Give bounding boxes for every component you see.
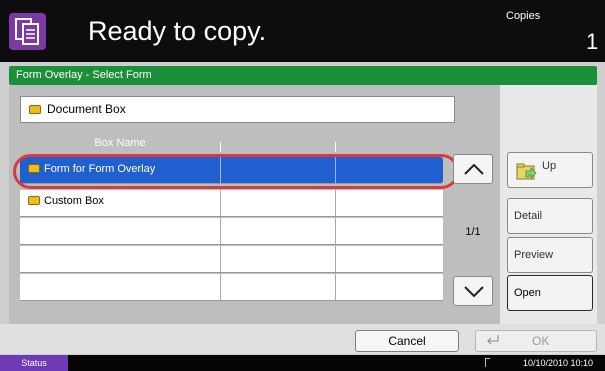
datetime: 10/10/2010 10:10 [523, 358, 594, 368]
preview-button-label: Preview [514, 249, 554, 261]
chevron-down-icon [464, 286, 484, 298]
ok-button-label: OK [532, 334, 550, 348]
scroll-controls: 1/1 [453, 154, 493, 306]
column-header-box-name: Box Name [94, 137, 146, 149]
current-path-label: Document Box [47, 102, 126, 116]
preview-button[interactable]: Preview [507, 237, 593, 273]
breadcrumb: Form Overlay - Select Form [9, 66, 597, 85]
ok-button[interactable]: OK [475, 330, 597, 352]
status-bar: Status 10/10/2010 10:10 [0, 355, 605, 371]
cancel-button[interactable]: Cancel [355, 330, 459, 352]
chevron-up-icon [464, 163, 484, 175]
list-header: Box Name [20, 137, 443, 153]
detail-button[interactable]: Detail [507, 198, 593, 234]
open-button[interactable]: Open [507, 275, 593, 311]
folder-icon [29, 105, 41, 114]
list-item-label: Custom Box [44, 195, 104, 207]
page-indicator: 1/1 [465, 226, 481, 238]
main-panel: Document Box Box Name Form for Form Over… [9, 85, 597, 324]
status-button[interactable]: Status [0, 355, 68, 371]
enter-icon [487, 335, 499, 345]
highlight-ring [13, 154, 459, 189]
box-list-area: Document Box Box Name Form for Form Over… [9, 85, 500, 324]
copy-icon [9, 13, 46, 50]
footer-bar: Cancel OK [0, 324, 605, 354]
column-divider [335, 142, 336, 152]
up-button-label: Up [542, 160, 557, 172]
open-button-label: Open [514, 287, 541, 299]
folder-up-icon [516, 163, 537, 180]
scroll-down-button[interactable] [453, 276, 493, 306]
signal-icon [485, 358, 490, 367]
copies-label: Copies [506, 10, 541, 22]
header-bar: Ready to copy. Copies 1 [0, 0, 605, 62]
page-title: Ready to copy. [88, 16, 267, 46]
list-item-empty[interactable] [20, 218, 443, 245]
scroll-up-button[interactable] [453, 154, 493, 184]
list-item-empty[interactable] [20, 246, 443, 273]
folder-icon [28, 196, 40, 205]
column-divider [220, 142, 221, 152]
copies-count: 1 [586, 29, 599, 54]
list-item-empty[interactable] [20, 274, 443, 301]
up-button[interactable]: Up [507, 152, 593, 188]
detail-button-label: Detail [514, 210, 543, 222]
current-path: Document Box [20, 96, 455, 123]
list-item-custom-box[interactable]: Custom Box [20, 190, 443, 217]
